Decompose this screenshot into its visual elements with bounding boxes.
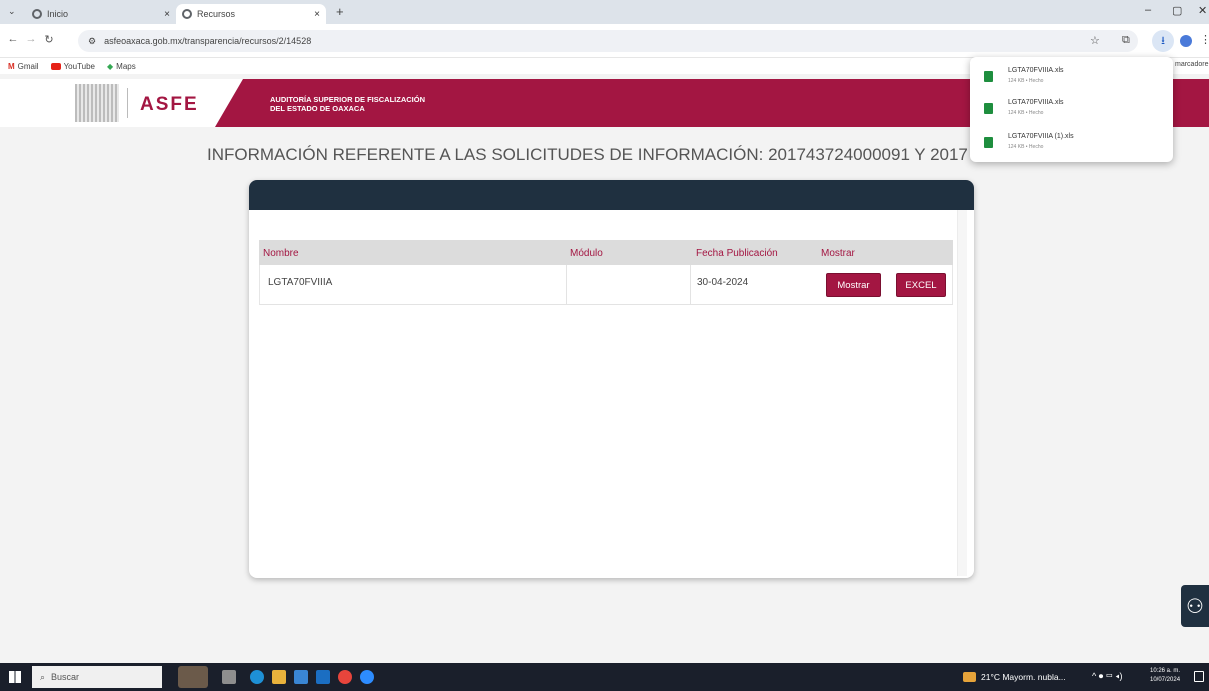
- forward-icon[interactable]: →: [24, 33, 38, 45]
- bookmark-youtube[interactable]: YouTube: [50, 62, 95, 71]
- cell-nombre: LGTA70FVIIIA: [268, 277, 333, 288]
- minimize-button[interactable]: –: [1145, 4, 1151, 16]
- accessibility-icon[interactable]: ⚇: [1181, 585, 1209, 627]
- column-header-fecha: Fecha Publicación: [696, 248, 778, 259]
- column-header-modulo: Módulo: [570, 248, 603, 259]
- table-header: Nombre Módulo Fecha Publicación Mostrar: [259, 240, 953, 265]
- download-item[interactable]: LGTA70FVIIIA.xls 124 KB • Hecho: [984, 99, 1164, 125]
- site-logo[interactable]: ASFE: [140, 94, 199, 116]
- header-title-line1: AUDITORÍA SUPERIOR DE FISCALIZACIÓN: [270, 95, 426, 104]
- close-tab-icon[interactable]: ×: [314, 9, 320, 20]
- bookmark-gmail[interactable]: M Gmail: [8, 62, 39, 71]
- download-item[interactable]: LGTA70FVIIIA (1).xls 124 KB • Hecho: [984, 133, 1164, 159]
- column-header-mostrar: Mostrar: [821, 248, 855, 259]
- mail-icon[interactable]: [316, 670, 330, 684]
- clock-time: 10:26 a. m.: [1150, 668, 1181, 674]
- url-text: asfeoaxaca.gob.mx/transparencia/recursos…: [104, 36, 312, 46]
- bookmarks-overflow[interactable]: marcadore: [1175, 61, 1208, 68]
- page-title: INFORMACIÓN REFERENTE A LAS SOLICITUDES …: [207, 145, 967, 164]
- spreadsheet-icon: [984, 137, 993, 148]
- file-explorer-icon[interactable]: [272, 670, 286, 684]
- download-filename: LGTA70FVIIIA (1).xls: [1008, 133, 1074, 140]
- card-scrollbar[interactable]: [957, 210, 967, 576]
- windows-taskbar: ⌕ Buscar 21°C Mayorm. nubla... ^ ⏺ ▭ ◂) …: [0, 663, 1209, 691]
- excel-button[interactable]: EXCEL: [896, 273, 946, 297]
- reload-icon[interactable]: ↻: [42, 33, 56, 46]
- downloads-icon[interactable]: ⭳: [1152, 30, 1174, 52]
- header-title-line2: DEL ESTADO DE OAXACA: [270, 104, 365, 113]
- new-tab-button[interactable]: +: [336, 4, 344, 19]
- task-view-icon[interactable]: [222, 670, 236, 684]
- cell-fecha: 30-04-2024: [697, 277, 749, 288]
- globe-icon: [32, 9, 42, 19]
- download-filename: LGTA70FVIIIA.xls: [1008, 67, 1064, 74]
- download-status: 124 KB • Hecho: [1008, 78, 1044, 84]
- back-icon[interactable]: ←: [6, 33, 20, 45]
- maximize-button[interactable]: ▢: [1172, 4, 1182, 17]
- download-item[interactable]: LGTA70FVIIIA.xls 124 KB • Hecho: [984, 67, 1164, 93]
- downloads-panel: LGTA70FVIIIA.xls 124 KB • Hecho LGTA70FV…: [970, 57, 1173, 162]
- menu-icon[interactable]: ⋮: [1200, 33, 1209, 46]
- weather-text[interactable]: 21°C Mayorm. nubla...: [981, 672, 1066, 682]
- spreadsheet-icon: [984, 103, 993, 114]
- clock-date: 10/07/2024: [1150, 677, 1181, 683]
- system-tray-icons[interactable]: ^ ⏺ ▭ ◂): [1092, 671, 1123, 682]
- resources-card: Nombre Módulo Fecha Publicación Mostrar …: [249, 180, 974, 578]
- bookmark-star-icon[interactable]: ☆: [1090, 34, 1100, 47]
- mostrar-button[interactable]: Mostrar: [826, 273, 881, 297]
- clock[interactable]: 10:26 a. m. 10/07/2024: [1150, 667, 1180, 685]
- notifications-icon[interactable]: [1194, 671, 1204, 682]
- globe-icon: [182, 9, 192, 19]
- tab-recursos[interactable]: Recursos ×: [176, 4, 326, 24]
- zoom-icon[interactable]: [360, 670, 374, 684]
- site-info-icon[interactable]: ⚙: [88, 36, 96, 47]
- windows-start-icon[interactable]: [9, 671, 21, 683]
- download-status: 124 KB • Hecho: [1008, 144, 1044, 150]
- bookmark-maps[interactable]: ◆ Maps: [107, 62, 136, 71]
- column-divider: [566, 265, 567, 305]
- tab-title: Inicio: [47, 9, 69, 19]
- column-divider: [690, 265, 691, 305]
- search-highlight-icon[interactable]: [178, 666, 208, 688]
- card-header: [249, 180, 974, 210]
- tab-title: Recursos: [197, 9, 236, 19]
- column-header-nombre: Nombre: [263, 248, 299, 259]
- extensions-icon[interactable]: ⧉: [1122, 34, 1130, 47]
- download-filename: LGTA70FVIIIA.xls: [1008, 99, 1064, 106]
- chrome-icon[interactable]: [338, 670, 352, 684]
- download-status: 124 KB • Hecho: [1008, 110, 1044, 116]
- gmail-icon: M: [8, 61, 15, 71]
- building-logo-icon: [75, 84, 119, 122]
- weather-icon: [963, 672, 976, 682]
- close-window-button[interactable]: ✕: [1198, 4, 1207, 17]
- tab-search-icon[interactable]: ⌄: [8, 6, 16, 17]
- address-bar[interactable]: ⚙ asfeoaxaca.gob.mx/transparencia/recurs…: [78, 30, 1138, 52]
- edge-icon[interactable]: [250, 670, 264, 684]
- maps-icon: ◆: [107, 61, 114, 71]
- taskbar-search-placeholder: Buscar: [51, 672, 80, 682]
- logo-divider: [127, 88, 128, 118]
- browser-tab-strip: ⌄ Inicio × Recursos × + – ▢ ✕: [0, 0, 1209, 24]
- store-icon[interactable]: [294, 670, 308, 684]
- table-row: LGTA70FVIIIA 30-04-2024 Mostrar EXCEL: [259, 265, 953, 305]
- search-icon: ⌕: [40, 671, 46, 682]
- close-tab-icon[interactable]: ×: [164, 9, 170, 20]
- taskbar-search[interactable]: ⌕ Buscar: [32, 666, 162, 688]
- header-title: AUDITORÍA SUPERIOR DE FISCALIZACIÓN DEL …: [270, 95, 520, 113]
- tab-inicio[interactable]: Inicio ×: [26, 4, 176, 24]
- profile-avatar[interactable]: [1180, 35, 1192, 47]
- spreadsheet-icon: [984, 71, 993, 82]
- youtube-icon: [50, 62, 61, 70]
